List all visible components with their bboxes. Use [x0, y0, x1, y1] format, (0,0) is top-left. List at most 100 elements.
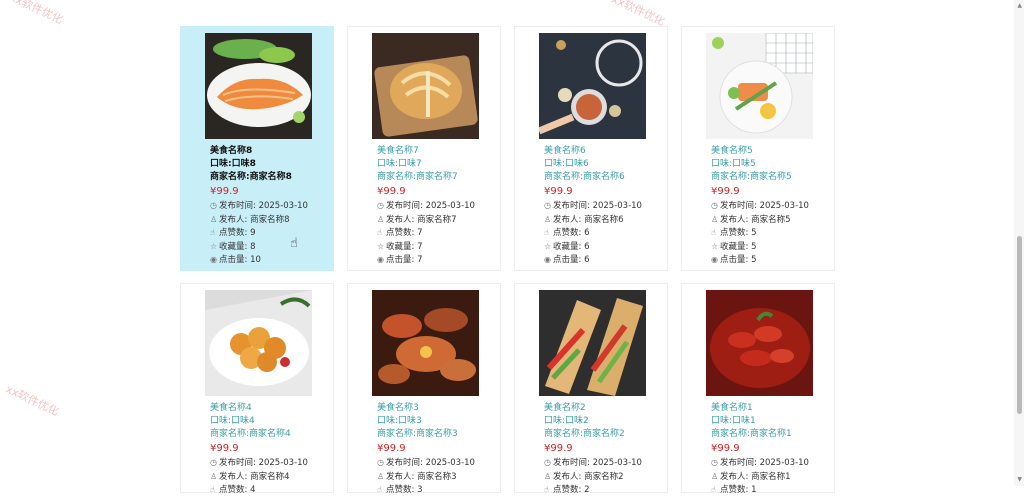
click-count: ◉ 点击量: 10: [210, 255, 261, 265]
food-taste: 口味:口味4: [210, 416, 255, 426]
eye-icon: ◉: [210, 255, 217, 264]
scrollbar-thumb[interactable]: [1017, 236, 1022, 414]
clock-icon: ◷: [377, 201, 384, 210]
publish-time: ◷ 发布时间: 2025-03-10: [377, 458, 475, 468]
food-image-crayfish[interactable]: [706, 290, 813, 396]
food-name[interactable]: 美食名称3: [377, 402, 501, 415]
publisher: ♙ 发布人: 商家名称4: [210, 471, 290, 482]
click-count: ◉ 点击量: 5: [711, 255, 757, 265]
merchant-name: 商家名称:商家名称3: [377, 429, 458, 439]
publish-time: ◷ 发布时间: 2025-03-10: [210, 201, 308, 211]
merchant-name: 商家名称:商家名称6: [544, 172, 625, 182]
publish-time: ◷ 发布时间: 2025-03-10: [210, 458, 308, 468]
vertical-scrollbar[interactable]: ▲ ▼: [1014, 0, 1024, 486]
clock-icon: ◷: [210, 201, 217, 210]
food-image-salmon-sashimi[interactable]: [205, 33, 312, 139]
food-name[interactable]: 美食名称5: [711, 145, 835, 158]
food-name[interactable]: 美食名称2: [544, 402, 668, 415]
user-icon: ♙: [711, 471, 719, 481]
merchant-name: 商家名称:商家名称7: [377, 172, 458, 182]
publisher: ♙ 发布人: 商家名称1: [711, 471, 791, 482]
merchant-name: 商家名称:商家名称8: [210, 172, 292, 182]
food-taste: 口味:口味2: [544, 416, 589, 426]
scroll-down-icon[interactable]: ▼: [1017, 476, 1022, 483]
pointer-cursor-icon: ☝: [290, 236, 298, 251]
publisher: ♙ 发布人: 商家名称6: [544, 214, 624, 225]
star-icon: ☆: [377, 241, 385, 251]
food-name[interactable]: 美食名称8: [210, 145, 334, 158]
publish-time: ◷ 发布时间: 2025-03-10: [711, 458, 809, 468]
food-image-salad-bowl[interactable]: [706, 33, 813, 139]
thumb-up-icon: ☝: [210, 228, 215, 237]
price: ¥99.9: [544, 443, 573, 454]
price: ¥99.9: [711, 443, 740, 454]
publish-time: ◷ 发布时间: 2025-03-10: [377, 201, 475, 211]
publisher: ♙ 发布人: 商家名称3: [377, 471, 457, 482]
food-taste: 口味:口味7: [377, 159, 422, 169]
food-card[interactable]: 美食名称4 口味:口味4 商家名称:商家名称4 ¥99.9 ◷ 发布时间: 202…: [180, 283, 334, 495]
food-card[interactable]: 美食名称7 口味:口味7 商家名称:商家名称7 ¥99.9 ◷ 发布时间: 202…: [347, 26, 501, 271]
clock-icon: ◷: [711, 458, 718, 467]
food-taste: 口味:口味6: [544, 159, 589, 169]
food-image-bread[interactable]: [372, 33, 479, 139]
watermark: xx软件优化: [7, 0, 65, 27]
clock-icon: ◷: [711, 201, 718, 210]
food-card[interactable]: 美食名称5 口味:口味5 商家名称:商家名称5 ¥99.9 ◷ 发布时间: 202…: [681, 26, 835, 271]
food-image-wraps[interactable]: [539, 290, 646, 396]
merchant-name: 商家名称:商家名称1: [711, 429, 792, 439]
price: ¥99.9: [377, 186, 406, 197]
food-name[interactable]: 美食名称4: [210, 402, 334, 415]
food-taste: 口味:口味5: [711, 159, 756, 169]
like-count: ☝ 点赞数: 6: [544, 228, 590, 238]
scroll-up-icon[interactable]: ▲: [1017, 2, 1022, 9]
food-card[interactable]: 美食名称3 口味:口味3 商家名称:商家名称3 ¥99.9 ◷ 发布时间: 202…: [347, 283, 501, 495]
user-icon: ♙: [210, 214, 218, 224]
food-name[interactable]: 美食名称6: [544, 145, 668, 158]
food-image-fried-chicken[interactable]: [205, 290, 312, 396]
user-icon: ♙: [711, 214, 719, 224]
user-icon: ♙: [210, 471, 218, 481]
food-image-shrimp-bowl[interactable]: [539, 33, 646, 139]
user-icon: ♙: [377, 214, 385, 224]
food-card[interactable]: 美食名称6 口味:口味6 商家名称:商家名称6 ¥99.9 ◷ 发布时间: 202…: [514, 26, 668, 271]
publish-time: ◷ 发布时间: 2025-03-10: [544, 201, 642, 211]
favorite-count: ☆ 收藏量: 7: [377, 241, 423, 252]
user-icon: ♙: [377, 471, 385, 481]
thumb-up-icon: ☝: [711, 228, 716, 237]
user-icon: ♙: [544, 214, 552, 224]
food-name[interactable]: 美食名称1: [711, 402, 835, 415]
clock-icon: ◷: [377, 458, 384, 467]
food-taste: 口味:口味3: [377, 416, 422, 426]
merchant-name: 商家名称:商家名称2: [544, 429, 625, 439]
publish-time: ◷ 发布时间: 2025-03-10: [544, 458, 642, 468]
publish-time: ◷ 发布时间: 2025-03-10: [711, 201, 809, 211]
favorite-count: ☆ 收藏量: 6: [544, 241, 590, 252]
food-taste: 口味:口味1: [711, 416, 756, 426]
thumb-up-icon: ☝: [377, 228, 382, 237]
food-card[interactable]: 美食名称8 口味:口味8 商家名称:商家名称8 ¥99.9 ◷ 发布时间: 202…: [180, 26, 334, 271]
food-card[interactable]: 美食名称1 口味:口味1 商家名称:商家名称1 ¥99.9 ◷ 发布时间: 202…: [681, 283, 835, 495]
clock-icon: ◷: [544, 458, 551, 467]
star-icon: ☆: [711, 241, 719, 251]
eye-icon: ◉: [544, 255, 551, 264]
favorite-count: ☆ 收藏量: 8: [210, 241, 256, 252]
user-icon: ♙: [544, 471, 552, 481]
like-count: ☝ 点赞数: 7: [377, 228, 423, 238]
like-count: ☝ 点赞数: 9: [210, 228, 256, 238]
favorite-count: ☆ 收藏量: 5: [711, 241, 757, 252]
food-card[interactable]: 美食名称2 口味:口味2 商家名称:商家名称2 ¥99.9 ◷ 发布时间: 202…: [514, 283, 668, 495]
watermark: xx软件优化: [3, 382, 61, 419]
click-count: ◉ 点击量: 7: [377, 255, 423, 265]
merchant-name: 商家名称:商家名称5: [711, 172, 792, 182]
watermark: xx软件优化: [609, 0, 667, 29]
price: ¥99.9: [210, 186, 239, 197]
price: ¥99.9: [210, 443, 239, 454]
star-icon: ☆: [544, 241, 552, 251]
publisher: ♙ 发布人: 商家名称7: [377, 214, 457, 225]
food-image-feast[interactable]: [372, 290, 479, 396]
eye-icon: ◉: [711, 255, 718, 264]
food-taste: 口味:口味8: [210, 159, 256, 169]
food-name[interactable]: 美食名称7: [377, 145, 501, 158]
clock-icon: ◷: [210, 458, 217, 467]
click-count: ◉ 点击量: 6: [544, 255, 590, 265]
